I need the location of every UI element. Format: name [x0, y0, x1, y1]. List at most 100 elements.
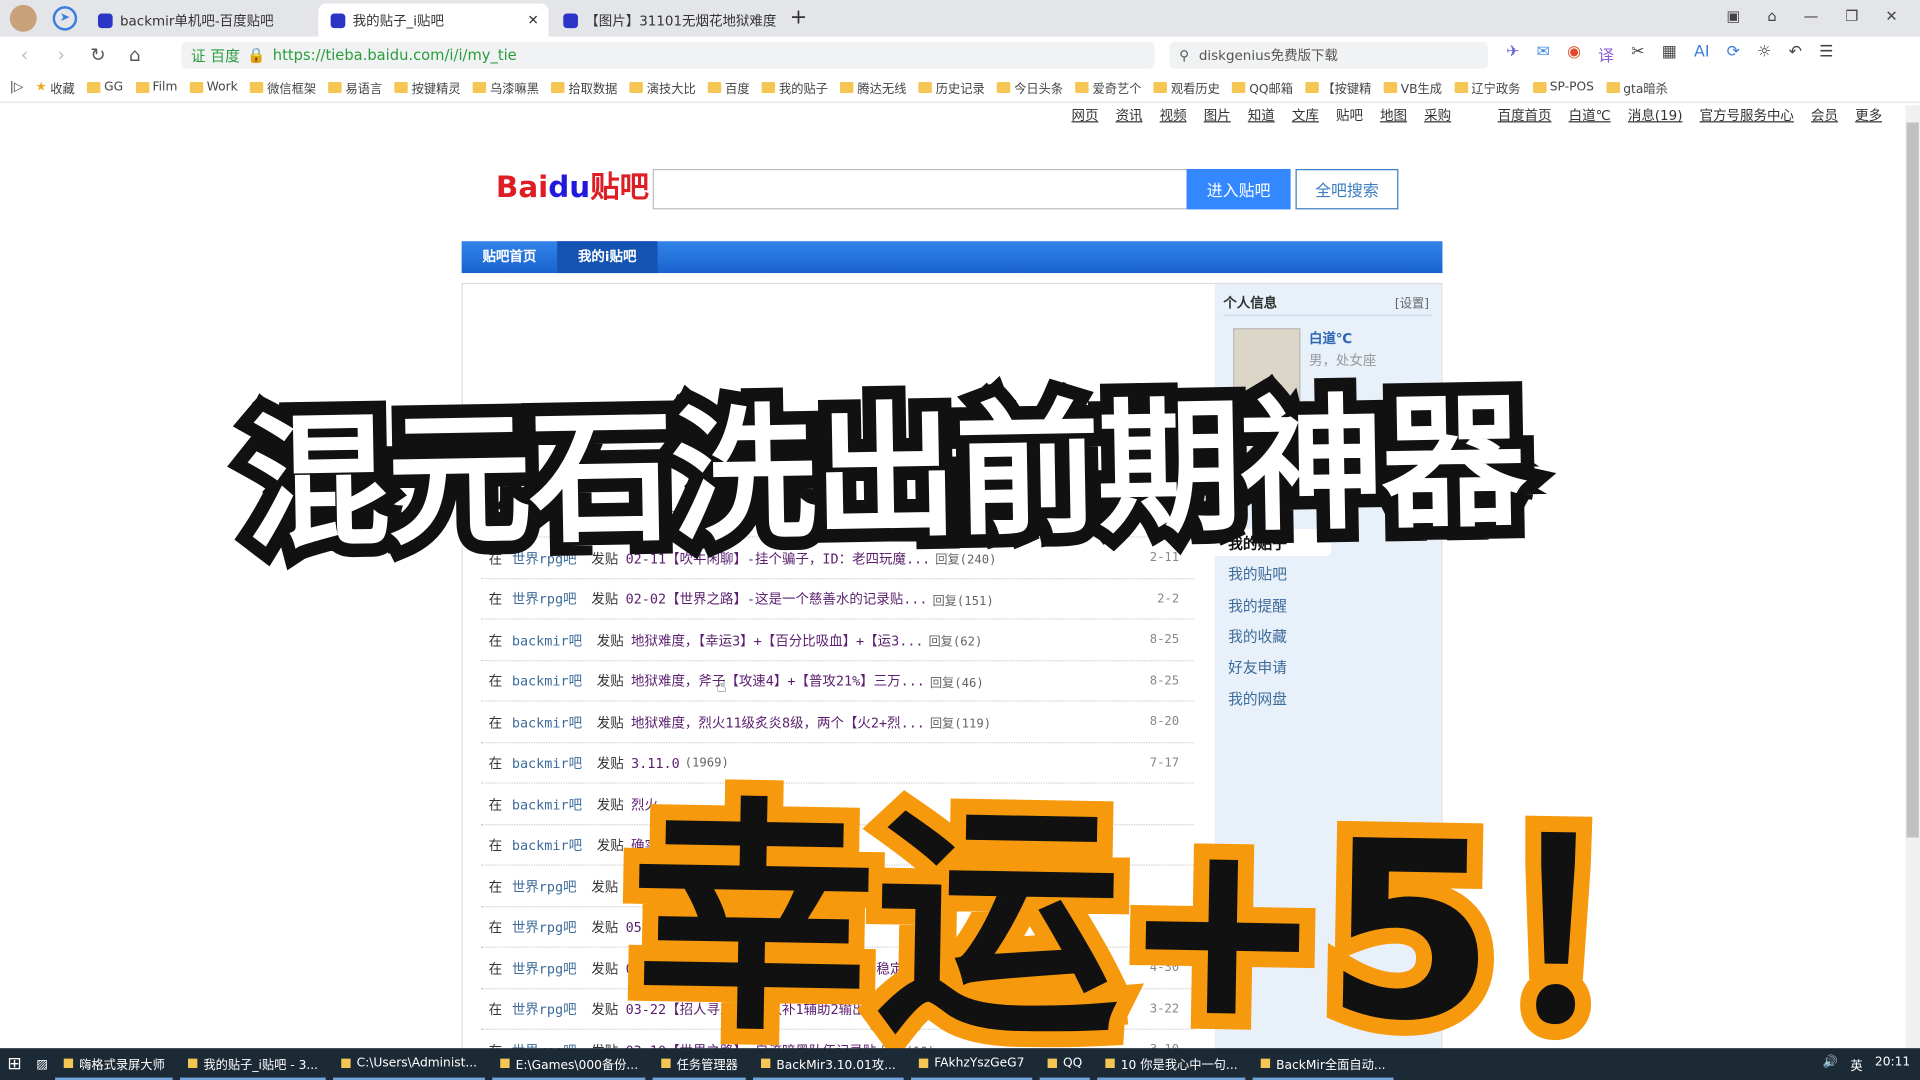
- sidebar-item[interactable]: 我的收藏: [1228, 626, 1287, 647]
- nav-shopping[interactable]: 采购: [1424, 105, 1451, 134]
- restore-button[interactable]: ❐: [1845, 7, 1858, 24]
- forum-link[interactable]: backmir吧: [512, 671, 582, 691]
- nav-web[interactable]: 网页: [1071, 105, 1098, 134]
- start-button[interactable]: ⊞: [0, 1048, 29, 1080]
- undo-icon[interactable]: ↶: [1789, 43, 1802, 66]
- forum-link[interactable]: 世界rpg吧: [512, 876, 577, 896]
- avatar[interactable]: [9, 4, 37, 32]
- tab-my-posts[interactable]: 我的贴子_i贴吧 ✕: [318, 3, 549, 37]
- address-bar[interactable]: 证 百度 🔒 https://tieba.baidu.com/i/i/my_tie: [181, 41, 1155, 69]
- bookmark-item[interactable]: 演技大比: [629, 78, 696, 97]
- close-window-button[interactable]: ✕: [1885, 7, 1897, 24]
- sidebar-item[interactable]: 我的贴吧: [1228, 564, 1287, 585]
- close-tab-icon[interactable]: ✕: [527, 12, 538, 28]
- nav-more[interactable]: 更多: [1855, 105, 1882, 134]
- forum-link[interactable]: backmir吧: [512, 712, 582, 732]
- tab-image[interactable]: 【图片】31101无烟花地狱难度: [551, 4, 781, 37]
- bookmark-item[interactable]: gta暗杀: [1606, 78, 1668, 97]
- search-all-button[interactable]: 全吧搜索: [1295, 168, 1399, 210]
- search-taskbar-icon[interactable]: ▨: [29, 1048, 55, 1080]
- bookmark-item[interactable]: 今日头条: [996, 78, 1063, 97]
- tieba-search-input[interactable]: [652, 168, 1188, 210]
- translate-icon[interactable]: 译: [1598, 43, 1614, 66]
- nav-messages[interactable]: 消息(19): [1628, 105, 1683, 134]
- bookmark-item[interactable]: 我的贴子: [761, 78, 828, 97]
- sidebar-item[interactable]: 我的网盘: [1228, 688, 1287, 709]
- taskbar-item[interactable]: ■ 10 你是我心中一句...: [1096, 1048, 1245, 1080]
- forum-link[interactable]: backmir吧: [512, 753, 582, 773]
- volume-icon[interactable]: 🔊: [1823, 1055, 1838, 1073]
- scrollbar-thumb[interactable]: [1906, 122, 1919, 838]
- bookmark-item[interactable]: 百度: [707, 78, 750, 97]
- enter-tieba-button[interactable]: 进入贴吧: [1186, 168, 1291, 210]
- nav-images[interactable]: 图片: [1204, 105, 1231, 134]
- search-input[interactable]: ⚲ diskgenius免费版下载: [1169, 41, 1488, 69]
- tieba-logo[interactable]: Baidu贴吧: [496, 163, 649, 206]
- bookmark-item[interactable]: 历史记录: [918, 78, 985, 97]
- nav-user[interactable]: 白道℃: [1569, 105, 1611, 134]
- menu-icon[interactable]: ☰: [1819, 43, 1833, 66]
- profile-name[interactable]: 白道℃: [1309, 328, 1352, 348]
- nav-member[interactable]: 会员: [1811, 105, 1838, 134]
- ai-icon[interactable]: AI: [1694, 43, 1710, 66]
- clock[interactable]: 20:11: [1875, 1055, 1910, 1073]
- nav-zhidao[interactable]: 知道: [1248, 105, 1275, 134]
- bookmark-item[interactable]: 拾取数据: [551, 78, 617, 97]
- sidebar-toggle-icon[interactable]: |▷: [10, 81, 24, 94]
- sidebar-item[interactable]: 我的提醒: [1228, 595, 1287, 616]
- nav-baidu-home[interactable]: 百度首页: [1498, 105, 1552, 134]
- taskbar-item[interactable]: ■ 任务管理器: [652, 1048, 746, 1080]
- brightness-icon[interactable]: ☼: [1757, 43, 1771, 66]
- nav-video[interactable]: 视频: [1160, 105, 1187, 134]
- taskbar-item[interactable]: ■ 嗨格式录屏大师: [55, 1048, 173, 1080]
- forum-link[interactable]: backmir吧: [512, 835, 582, 855]
- minimize-button[interactable]: —: [1804, 7, 1819, 24]
- tab-backmir[interactable]: backmir单机吧-百度贴吧: [86, 4, 316, 37]
- nav-service-center[interactable]: 官方号服务中心: [1700, 105, 1794, 134]
- bookmark-item[interactable]: QQ邮箱: [1232, 78, 1293, 97]
- bookmark-item[interactable]: 微信框架: [250, 78, 316, 97]
- tieba-home-link[interactable]: 贴吧首页: [462, 241, 558, 273]
- bookmark-item[interactable]: Work: [189, 81, 238, 94]
- new-tab-button[interactable]: +: [790, 5, 807, 29]
- home-button[interactable]: ⌂: [116, 44, 153, 66]
- shirt-icon[interactable]: ⌂: [1767, 7, 1776, 24]
- forum-link[interactable]: backmir吧: [512, 794, 582, 814]
- apps-icon[interactable]: ▦: [1662, 43, 1677, 66]
- bookmark-item[interactable]: 易语言: [328, 78, 382, 97]
- post-title-link[interactable]: 地狱难度，【幸运3】+【百分比吸血】+【运3...: [631, 630, 923, 650]
- forum-link[interactable]: backmir吧: [512, 630, 582, 650]
- taskbar-item[interactable]: ■ 我的贴子_i贴吧 - 3...: [179, 1048, 326, 1080]
- bookmark-item[interactable]: ★ 收藏: [36, 78, 75, 97]
- taskbar-item[interactable]: ■ C:\Users\Administ...: [332, 1048, 485, 1080]
- forum-link[interactable]: 世界rpg吧: [512, 917, 577, 937]
- taskbar-item[interactable]: ■ BackMir3.10.01攻...: [752, 1048, 904, 1080]
- my-tieba-link[interactable]: 我的i贴吧: [557, 241, 658, 274]
- bookmark-item[interactable]: 【按键精: [1305, 78, 1371, 97]
- weibo-icon[interactable]: ◉: [1567, 43, 1581, 66]
- post-title-link[interactable]: 地狱难度，斧子【攻速4】+【普攻21%】三万...: [631, 671, 925, 691]
- bookmark-item[interactable]: SP-POS: [1532, 81, 1594, 94]
- bookmark-item[interactable]: 辽宁政务: [1454, 78, 1520, 97]
- bookmark-item[interactable]: VB生成: [1383, 78, 1442, 97]
- navigate-icon[interactable]: ➤: [52, 6, 78, 31]
- taskbar-item[interactable]: ■ BackMir全面自动...: [1252, 1048, 1393, 1080]
- nav-news[interactable]: 资讯: [1116, 105, 1143, 134]
- bookmark-item[interactable]: GG: [86, 81, 123, 94]
- post-title-link[interactable]: 02-02【世界之路】-这是一个慈善水的记录贴...: [626, 589, 928, 609]
- nav-wenku[interactable]: 文库: [1292, 105, 1319, 134]
- scissors-icon[interactable]: ✂: [1631, 43, 1644, 66]
- bookmark-item[interactable]: 乌漆嘛黑: [472, 78, 539, 97]
- taskbar-item[interactable]: ■ QQ: [1039, 1048, 1090, 1080]
- bookmark-item[interactable]: 按键精灵: [394, 78, 461, 97]
- forward-button[interactable]: ›: [43, 44, 80, 66]
- reload-button[interactable]: ↻: [80, 44, 117, 66]
- back-button[interactable]: ‹: [6, 44, 43, 66]
- mail-icon[interactable]: ✉: [1537, 43, 1550, 66]
- bookmark-item[interactable]: 观看历史: [1153, 78, 1220, 97]
- tab-count-icon[interactable]: ▣: [1727, 7, 1741, 24]
- forum-link[interactable]: 世界rpg吧: [512, 958, 577, 978]
- nav-map[interactable]: 地图: [1380, 105, 1407, 134]
- sidebar-item[interactable]: 好友申请: [1228, 657, 1287, 678]
- taskbar-item[interactable]: ■ FAkhzYszGeG7: [910, 1048, 1032, 1080]
